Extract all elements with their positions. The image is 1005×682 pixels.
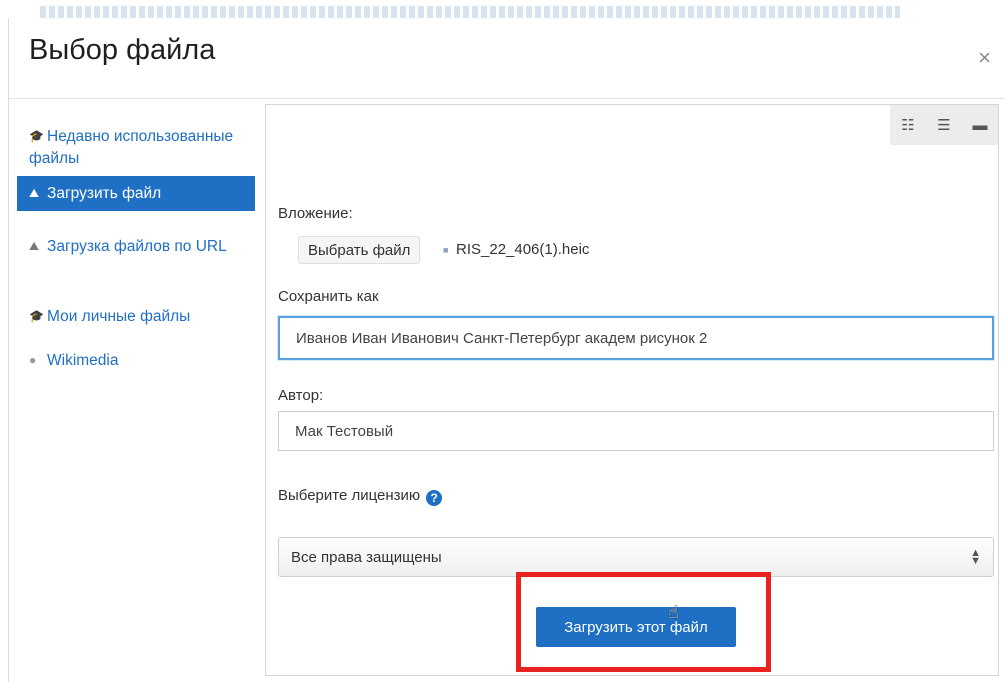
sidebar-item-url-download[interactable]: ⛰ Загрузка файлов по URL [17, 229, 255, 264]
upload-icon: ⛰ [29, 186, 40, 200]
sidebar-item-recent-files[interactable]: 🎓 Недавно использованные файлы [17, 119, 255, 176]
sidebar-item-label: Недавно использованные файлы [29, 128, 234, 167]
save-as-input[interactable] [278, 316, 994, 360]
sidebar-item-label: Загрузить файл [47, 185, 162, 202]
sidebar-item-label: Мои личные файлы [47, 308, 191, 325]
url-download-icon: ⛰ [29, 239, 40, 253]
help-icon[interactable]: ? [426, 490, 443, 506]
dialog-header: Выбор файла × [9, 18, 1005, 99]
sidebar-item-wikimedia[interactable]: ● Wikimedia [17, 343, 255, 378]
file-picker-dialog: Выбор файла × 🎓 Недавно использованные фа… [8, 18, 1005, 682]
moodle-hat-icon: 🎓 [29, 309, 44, 323]
license-select[interactable]: Все права защищены ▲ ▼ [278, 537, 994, 577]
upload-panel: ☷ ☰ ▬ Вложение: Выбрать файл ■ RIS_22_40… [265, 104, 999, 676]
background-page-strip [40, 6, 900, 18]
globe-icon: ● [29, 353, 37, 367]
license-label-text: Выберите лицензию [278, 487, 421, 504]
license-label: Выберите лицензию? [278, 487, 443, 506]
sidebar-item-label: Wikimedia [47, 352, 119, 369]
dialog-title: Выбор файла [29, 34, 216, 66]
folder-view-icon[interactable]: ▬ [966, 117, 994, 134]
author-label: Автор: [278, 387, 324, 404]
choose-file-button[interactable]: Выбрать файл [298, 236, 421, 264]
repository-sidebar: 🎓 Недавно использованные файлы ⛰ Загрузить… [9, 99, 265, 682]
license-selected-value: Все права защищены [291, 548, 442, 566]
sidebar-item-label: Загрузка файлов по URL [47, 238, 227, 255]
hand-cursor-icon: ☝ [668, 602, 679, 622]
list-view-icon[interactable]: ☰ [930, 116, 958, 134]
file-icon: ■ [443, 245, 449, 255]
select-arrows-icon: ▲ ▼ [970, 547, 981, 567]
sidebar-item-private-files[interactable]: 🎓 Мои личные файлы [17, 299, 255, 334]
attachment-label: Вложение: [278, 205, 353, 222]
author-input[interactable] [278, 411, 994, 451]
grid-view-icon[interactable]: ☷ [894, 116, 922, 134]
view-toggle: ☷ ☰ ▬ [890, 105, 998, 145]
save-as-label: Сохранить как [278, 288, 379, 305]
close-button[interactable]: × [978, 47, 991, 69]
selected-file-name: RIS_22_406(1).heic [456, 241, 590, 258]
upload-this-file-button[interactable]: Загрузить этот файл [536, 607, 736, 647]
moodle-hat-icon: 🎓 [29, 129, 44, 143]
sidebar-item-upload-file[interactable]: ⛰ Загрузить файл [17, 176, 255, 211]
